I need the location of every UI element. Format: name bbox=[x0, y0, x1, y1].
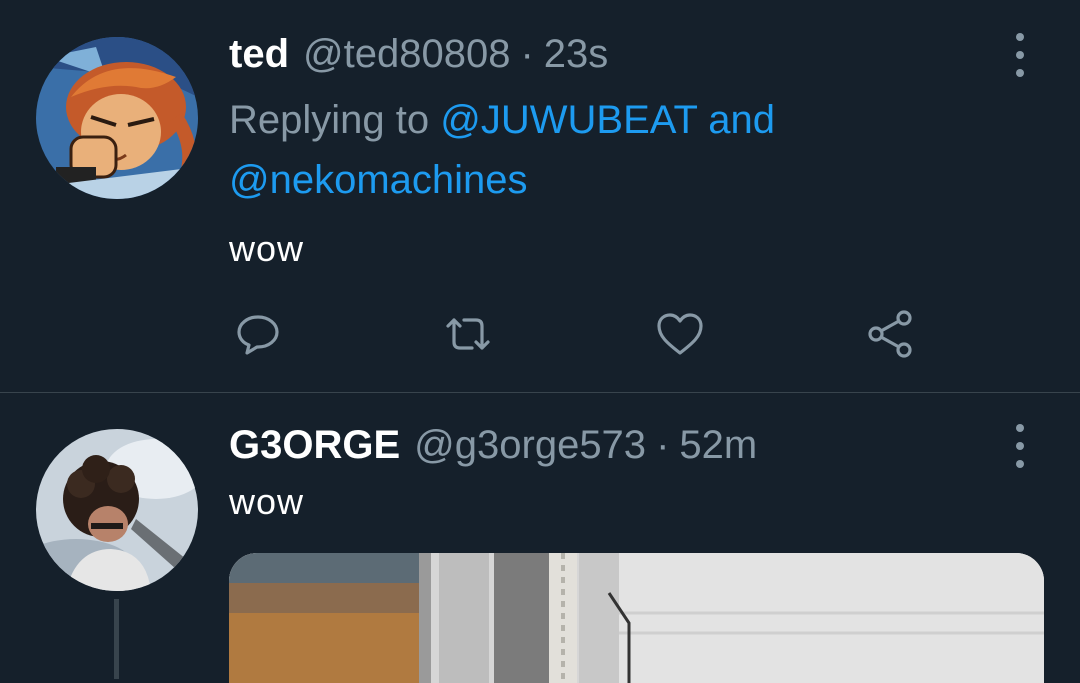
avatar[interactable] bbox=[36, 429, 198, 591]
more-options-icon[interactable] bbox=[1006, 33, 1034, 77]
timestamp[interactable]: 23s bbox=[544, 32, 609, 77]
tweet-text: wow bbox=[229, 228, 305, 269]
retweet-icon bbox=[446, 318, 490, 350]
reply-icon bbox=[237, 315, 279, 355]
separator-dot: · bbox=[656, 422, 670, 467]
reply-button[interactable] bbox=[230, 306, 286, 362]
timestamp[interactable]: 52m bbox=[679, 423, 757, 468]
replying-to: Replying to @JUWUBEAT and @nekomachines bbox=[229, 90, 869, 210]
media-image[interactable] bbox=[229, 553, 1044, 683]
and-label: and bbox=[708, 98, 776, 142]
user-handle[interactable]: @ted80808 bbox=[303, 32, 510, 77]
display-name[interactable]: G3ORGE bbox=[229, 423, 400, 468]
mention-link[interactable]: @JUWUBEAT bbox=[440, 98, 697, 142]
like-button[interactable] bbox=[652, 306, 708, 362]
tweet[interactable]: G3ORGE @g3orge573 · 52m wow bbox=[0, 393, 1080, 683]
tweet-actions bbox=[0, 306, 1080, 362]
share-button[interactable] bbox=[862, 306, 918, 362]
avatar[interactable] bbox=[36, 37, 198, 199]
share-icon bbox=[868, 310, 912, 358]
user-handle[interactable]: @g3orge573 bbox=[414, 423, 646, 468]
display-name[interactable]: ted bbox=[229, 32, 289, 77]
thread-line bbox=[114, 599, 119, 679]
separator-dot: · bbox=[520, 31, 534, 76]
tweet-header: ted @ted80808 · 23s bbox=[229, 29, 608, 79]
mention-link[interactable]: @nekomachines bbox=[229, 158, 528, 202]
tweet-header: G3ORGE @g3orge573 · 52m bbox=[229, 420, 757, 470]
tweet-text: wow bbox=[229, 481, 305, 522]
replying-prefix: Replying to bbox=[229, 98, 430, 142]
like-icon bbox=[657, 313, 703, 355]
more-options-icon[interactable] bbox=[1006, 424, 1034, 468]
tweet[interactable]: ted @ted80808 · 23s Replying to @JUWUBEA… bbox=[0, 0, 1080, 392]
retweet-button[interactable] bbox=[440, 306, 496, 362]
